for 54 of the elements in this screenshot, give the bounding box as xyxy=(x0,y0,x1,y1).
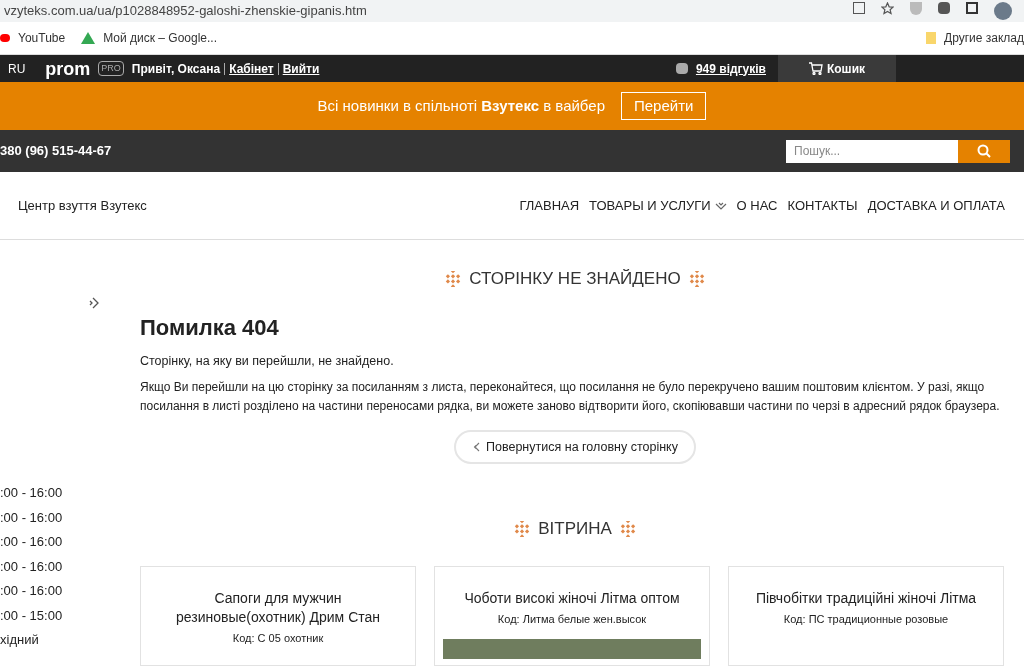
product-code: Код: ПС традиционные розовые xyxy=(783,611,949,627)
chevron-icon[interactable] xyxy=(714,200,727,211)
product-card[interactable]: Сапоги для мужчин резиновые(охотник) Дрим Стан Код: С 05 охотник xyxy=(140,565,416,666)
back-home-button[interactable]: Повернутися на головну сторінку xyxy=(454,430,696,465)
cart-icon xyxy=(808,62,823,75)
ornament-icon xyxy=(619,521,636,537)
nav-link[interactable]: О НАС xyxy=(736,195,778,216)
greeting-text: Привіт, Оксана xyxy=(131,60,221,78)
nav-link[interactable]: ДОСТАВКА И ОПЛАТА xyxy=(867,195,1005,216)
ornament-icon xyxy=(688,270,705,287)
language-link[interactable]: RU xyxy=(8,59,26,78)
hours-text: :00 - 16:00 xyxy=(0,484,64,502)
bookmark-folder[interactable]: Другие заклад xyxy=(944,29,1024,47)
banner-text: Всі новинки в спільноті Взутекс в вайбер xyxy=(317,95,605,116)
nav-link[interactable]: ГЛАВНАЯ xyxy=(519,195,580,216)
error-subtitle: Сторінку, на яку ви перейшли, не знайдено. xyxy=(140,352,395,370)
pro-badge: PRO xyxy=(98,60,124,77)
hours-text: хідний xyxy=(0,631,40,649)
phone-number: 380 (96) 515-44-67 xyxy=(0,142,112,161)
shop-name[interactable]: Центр взуття Взутекс xyxy=(18,195,147,216)
account-link[interactable]: Вийти xyxy=(282,59,320,78)
folder-icon xyxy=(926,32,936,44)
prom-logo[interactable]: prom xyxy=(45,59,91,78)
product-code: Код: С 05 охотник xyxy=(232,630,324,646)
star-icon[interactable] xyxy=(881,2,894,15)
ornament-icon xyxy=(445,270,462,287)
product-name[interactable]: Півчобітки традиційні жіночі Літма xyxy=(755,588,977,608)
bookmark-link[interactable]: Мой диск – Google... xyxy=(103,29,217,47)
section-heading: СТОРІНКУ НЕ ЗНАЙДЕНО xyxy=(469,268,681,290)
hours-text: :00 - 16:00 xyxy=(0,582,64,600)
search-button[interactable] xyxy=(958,139,1010,163)
cart-button[interactable]: Кошик xyxy=(778,55,896,82)
hours-text: :00 - 15:00 xyxy=(0,606,64,625)
account-link[interactable]: Кабінет xyxy=(229,59,274,78)
product-name[interactable]: Сапоги для мужчин резиновые(охотник) Дрим Стан xyxy=(149,588,407,627)
hours-text: :00 - 16:00 xyxy=(0,557,64,576)
triangle-icon xyxy=(81,32,96,44)
search-field[interactable]: Пошук... xyxy=(786,139,958,163)
nav-link[interactable]: КОНТАКТЫ xyxy=(787,195,858,216)
hours-text: :00 - 16:00 xyxy=(0,533,64,551)
product-code: Код: Литма белые жен.высок xyxy=(497,611,647,627)
product-card[interactable]: Півчобітки традиційні жіночі Літма Код: ПС традиционные розовые xyxy=(728,565,1004,666)
error-description: Якщо Ви перейшли на цю сторінку за посиланням з листа, переконайтеся, що посилання не було перекручено вашим поштовим клієнтом. У разі, якщо посилання в листі розділено на частини переносами рядка, ви можете заново відтворити його, скопіювавши частини по черзі в адресний рядок браузера. xyxy=(140,379,1001,416)
search-icon xyxy=(977,144,991,158)
ornament-icon xyxy=(514,521,531,537)
reviews-link[interactable]: 949 відгуків xyxy=(695,59,766,78)
section-heading: ВІТРИНА xyxy=(538,518,612,541)
product-name[interactable]: Чоботи високі жіночі Літма оптом xyxy=(464,588,680,608)
avatar-icon[interactable] xyxy=(994,2,1012,20)
nav-link[interactable]: ТОВАРЫ И УСЛУГИ xyxy=(589,195,711,216)
hours-text: :00 - 16:00 xyxy=(0,508,64,527)
bookmark-link[interactable]: YouTube xyxy=(18,29,66,47)
error-title: Помилка 404 xyxy=(140,313,280,342)
product-card[interactable]: Чоботи високі жіночі Літма оптом Код: Литма белые жен.высок xyxy=(434,565,710,666)
